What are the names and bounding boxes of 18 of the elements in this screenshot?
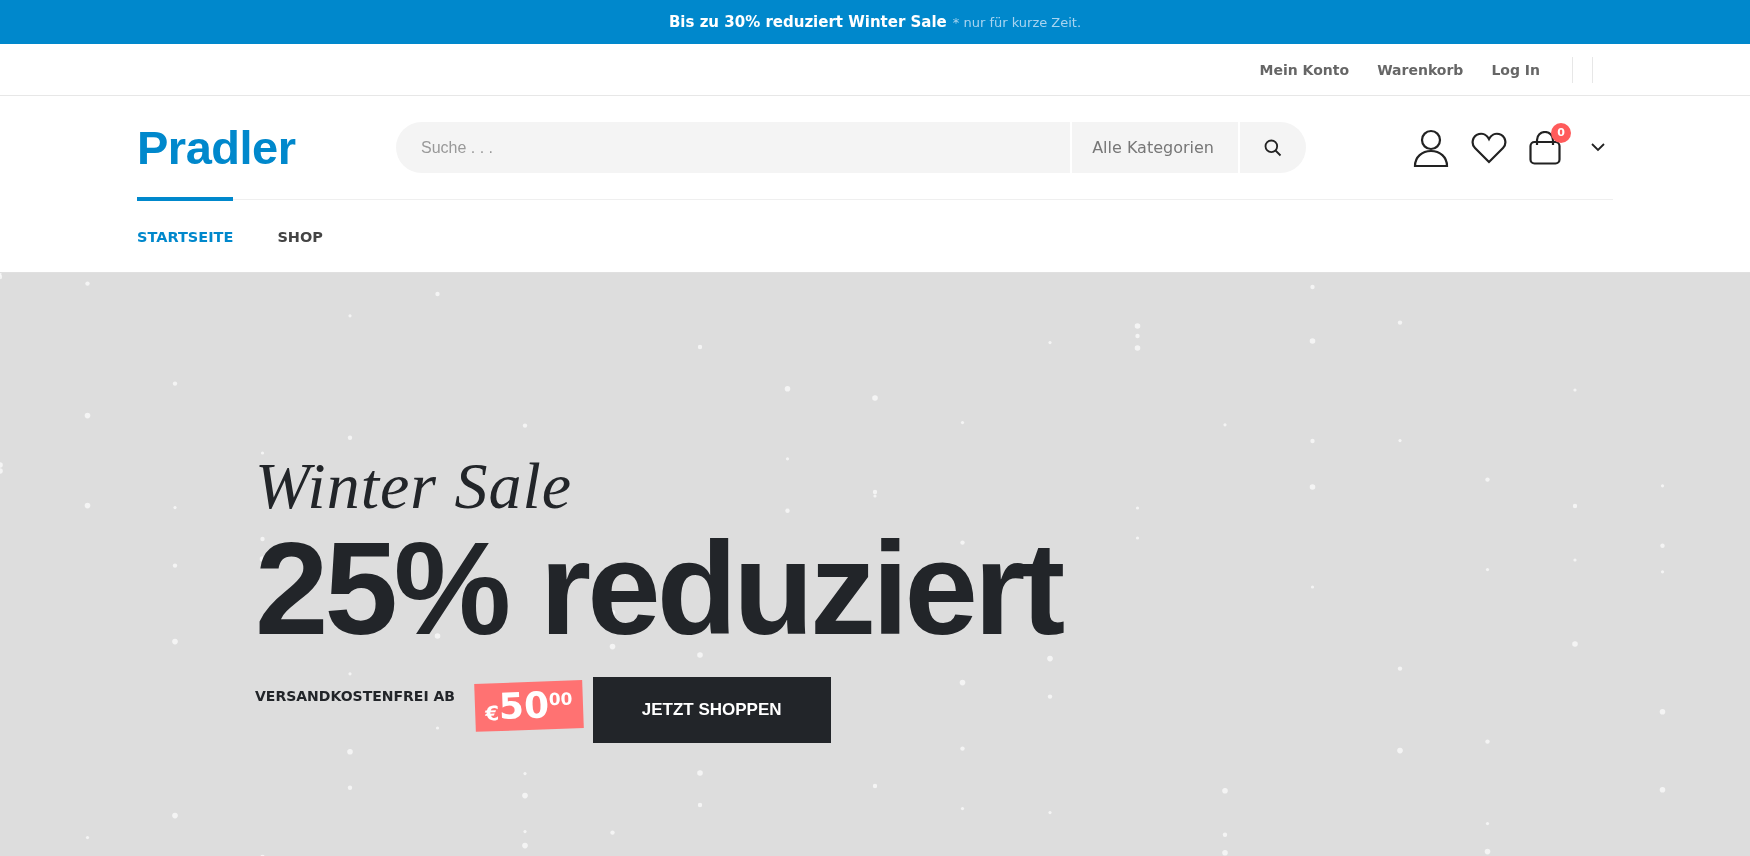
shipping-label: VERSANDKOSTENFREI AB [255,688,455,704]
top-link[interactable]: Mein Konto [1259,61,1350,78]
hero-script-title: Winter Sale [255,453,573,519]
announcement-text: Bis zu 30% reduziert Winter Sale [668,13,947,31]
top-link[interactable]: Warenkorb [1377,61,1464,78]
chevron-down-icon[interactable] [1591,143,1605,152]
shop-now-button[interactable]: JETZT SHOPPEN [592,677,831,743]
announcement-note: * nur für kurze Zeit. [952,14,1082,30]
logo[interactable]: Pradler [137,120,396,175]
search-icon [1263,137,1283,158]
nav-link[interactable]: SHOP [277,197,323,272]
user-icon[interactable] [1413,128,1449,167]
hero-headline: 25% reduziert [255,523,1062,655]
cart-count-badge: 0 [1551,122,1571,143]
search-field[interactable]: Suche . . . Alle Kategorien [396,122,1306,173]
heart-icon[interactable] [1471,131,1507,164]
category-select[interactable]: Alle Kategorien [1070,122,1240,173]
top-link[interactable]: Log In [1491,61,1540,78]
